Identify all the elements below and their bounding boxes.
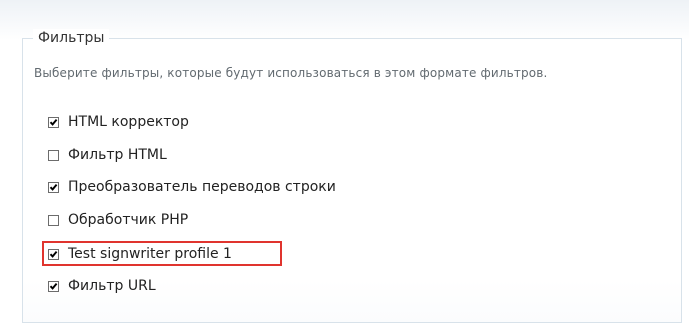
fieldset-legend: Фильтры (33, 29, 110, 47)
filter-label[interactable]: Фильтр HTML (68, 146, 167, 164)
filter-label[interactable]: Test signwriter profile 1 (68, 245, 232, 263)
filter-option-php-evaluator[interactable]: Обработчик PHP (48, 210, 188, 230)
checkmark-icon (49, 282, 58, 290)
filter-option-html-corrector[interactable]: HTML корректор (48, 112, 189, 132)
filter-label[interactable]: Обработчик PHP (68, 211, 188, 229)
filter-option-filter-html[interactable]: Фильтр HTML (48, 145, 167, 165)
fieldset-description: Выберите фильтры, которые будут использо… (34, 66, 548, 80)
filter-label[interactable]: HTML корректор (68, 113, 189, 131)
filter-option-signwriter-profile[interactable]: Test signwriter profile 1 (48, 244, 232, 264)
checkmark-icon (49, 118, 58, 126)
filter-label[interactable]: Преобразователь переводов строки (68, 178, 336, 196)
filter-label[interactable]: Фильтр URL (68, 277, 156, 295)
checkbox-filter-html[interactable] (48, 149, 59, 161)
checkmark-icon (49, 250, 58, 258)
checkbox-signwriter-profile[interactable] (48, 248, 59, 260)
checkbox-line-break-converter[interactable] (48, 181, 59, 193)
filter-option-line-break-converter[interactable]: Преобразователь переводов строки (48, 177, 336, 197)
checkbox-html-corrector[interactable] (48, 116, 59, 128)
checkmark-icon (49, 183, 58, 191)
checkbox-php-evaluator[interactable] (48, 214, 59, 226)
filter-option-url-filter[interactable]: Фильтр URL (48, 276, 156, 296)
checkbox-url-filter[interactable] (48, 280, 59, 292)
